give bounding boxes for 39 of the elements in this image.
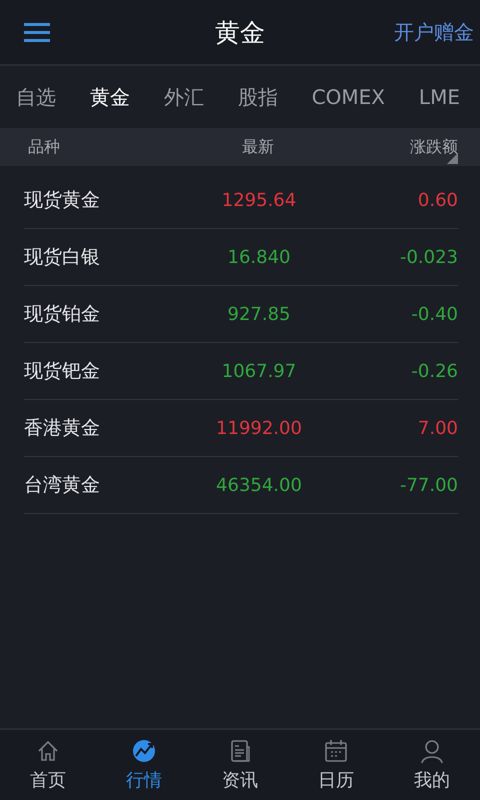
sort-corner-icon[interactable] <box>447 153 458 164</box>
tab[interactable]: 外汇 <box>164 84 204 110</box>
tab[interactable]: 股指 <box>238 84 278 110</box>
column-header: 最新 <box>241 136 275 158</box>
price-cell-text: 1295.64 <box>220 190 298 210</box>
price-cell-text: 11992.00 <box>215 418 303 438</box>
price-cell-text: 1067.97 <box>220 360 298 382</box>
instrument-name: 台湾黄金 <box>24 473 101 498</box>
tab[interactable]: COMEX <box>312 85 385 109</box>
tab[interactable]: LME <box>418 85 460 109</box>
change-cell-text: -0.26 <box>410 360 458 382</box>
user-icon <box>419 738 445 764</box>
change-cell-text: -0.40 <box>410 304 458 324</box>
column-header: 品种 <box>28 136 61 158</box>
instrument-name: 现货钯金 <box>24 359 101 384</box>
change-cell-text: 0.60 <box>416 190 458 210</box>
nav-tab[interactable]: 资讯 <box>192 730 288 800</box>
nav-tab[interactable]: 我的 <box>384 730 480 800</box>
nav-tab[interactable]: 首页 <box>0 730 96 800</box>
column-header: 涨跌额 <box>409 136 458 158</box>
price-cell-text: 16.840 <box>226 246 292 268</box>
change-cell-text: 7.00 <box>416 418 458 438</box>
tab[interactable]: 黄金 <box>90 84 130 110</box>
open-account-link[interactable]: 开户赠金 <box>394 18 474 46</box>
price-cell-text: 927.85 <box>226 304 292 324</box>
instrument-name: 现货铂金 <box>24 302 101 327</box>
instrument-name: 现货黄金 <box>24 188 101 213</box>
chart-icon <box>131 738 157 764</box>
calendar-icon <box>323 738 349 764</box>
price-cell-text: 46354.00 <box>215 474 303 496</box>
nav-tab[interactable]: 行情 <box>96 730 192 800</box>
change-cell-text: -77.00 <box>398 474 458 496</box>
page-title: 黄金 <box>215 16 265 48</box>
nav-tab[interactable]: 日历 <box>288 730 384 800</box>
instrument-name: 现货白银 <box>24 245 101 270</box>
change-cell-text: -0.023 <box>398 246 458 268</box>
instrument-name: 香港黄金 <box>24 416 101 441</box>
tab[interactable]: 自选 <box>16 84 56 110</box>
menu-icon[interactable] <box>24 22 50 42</box>
